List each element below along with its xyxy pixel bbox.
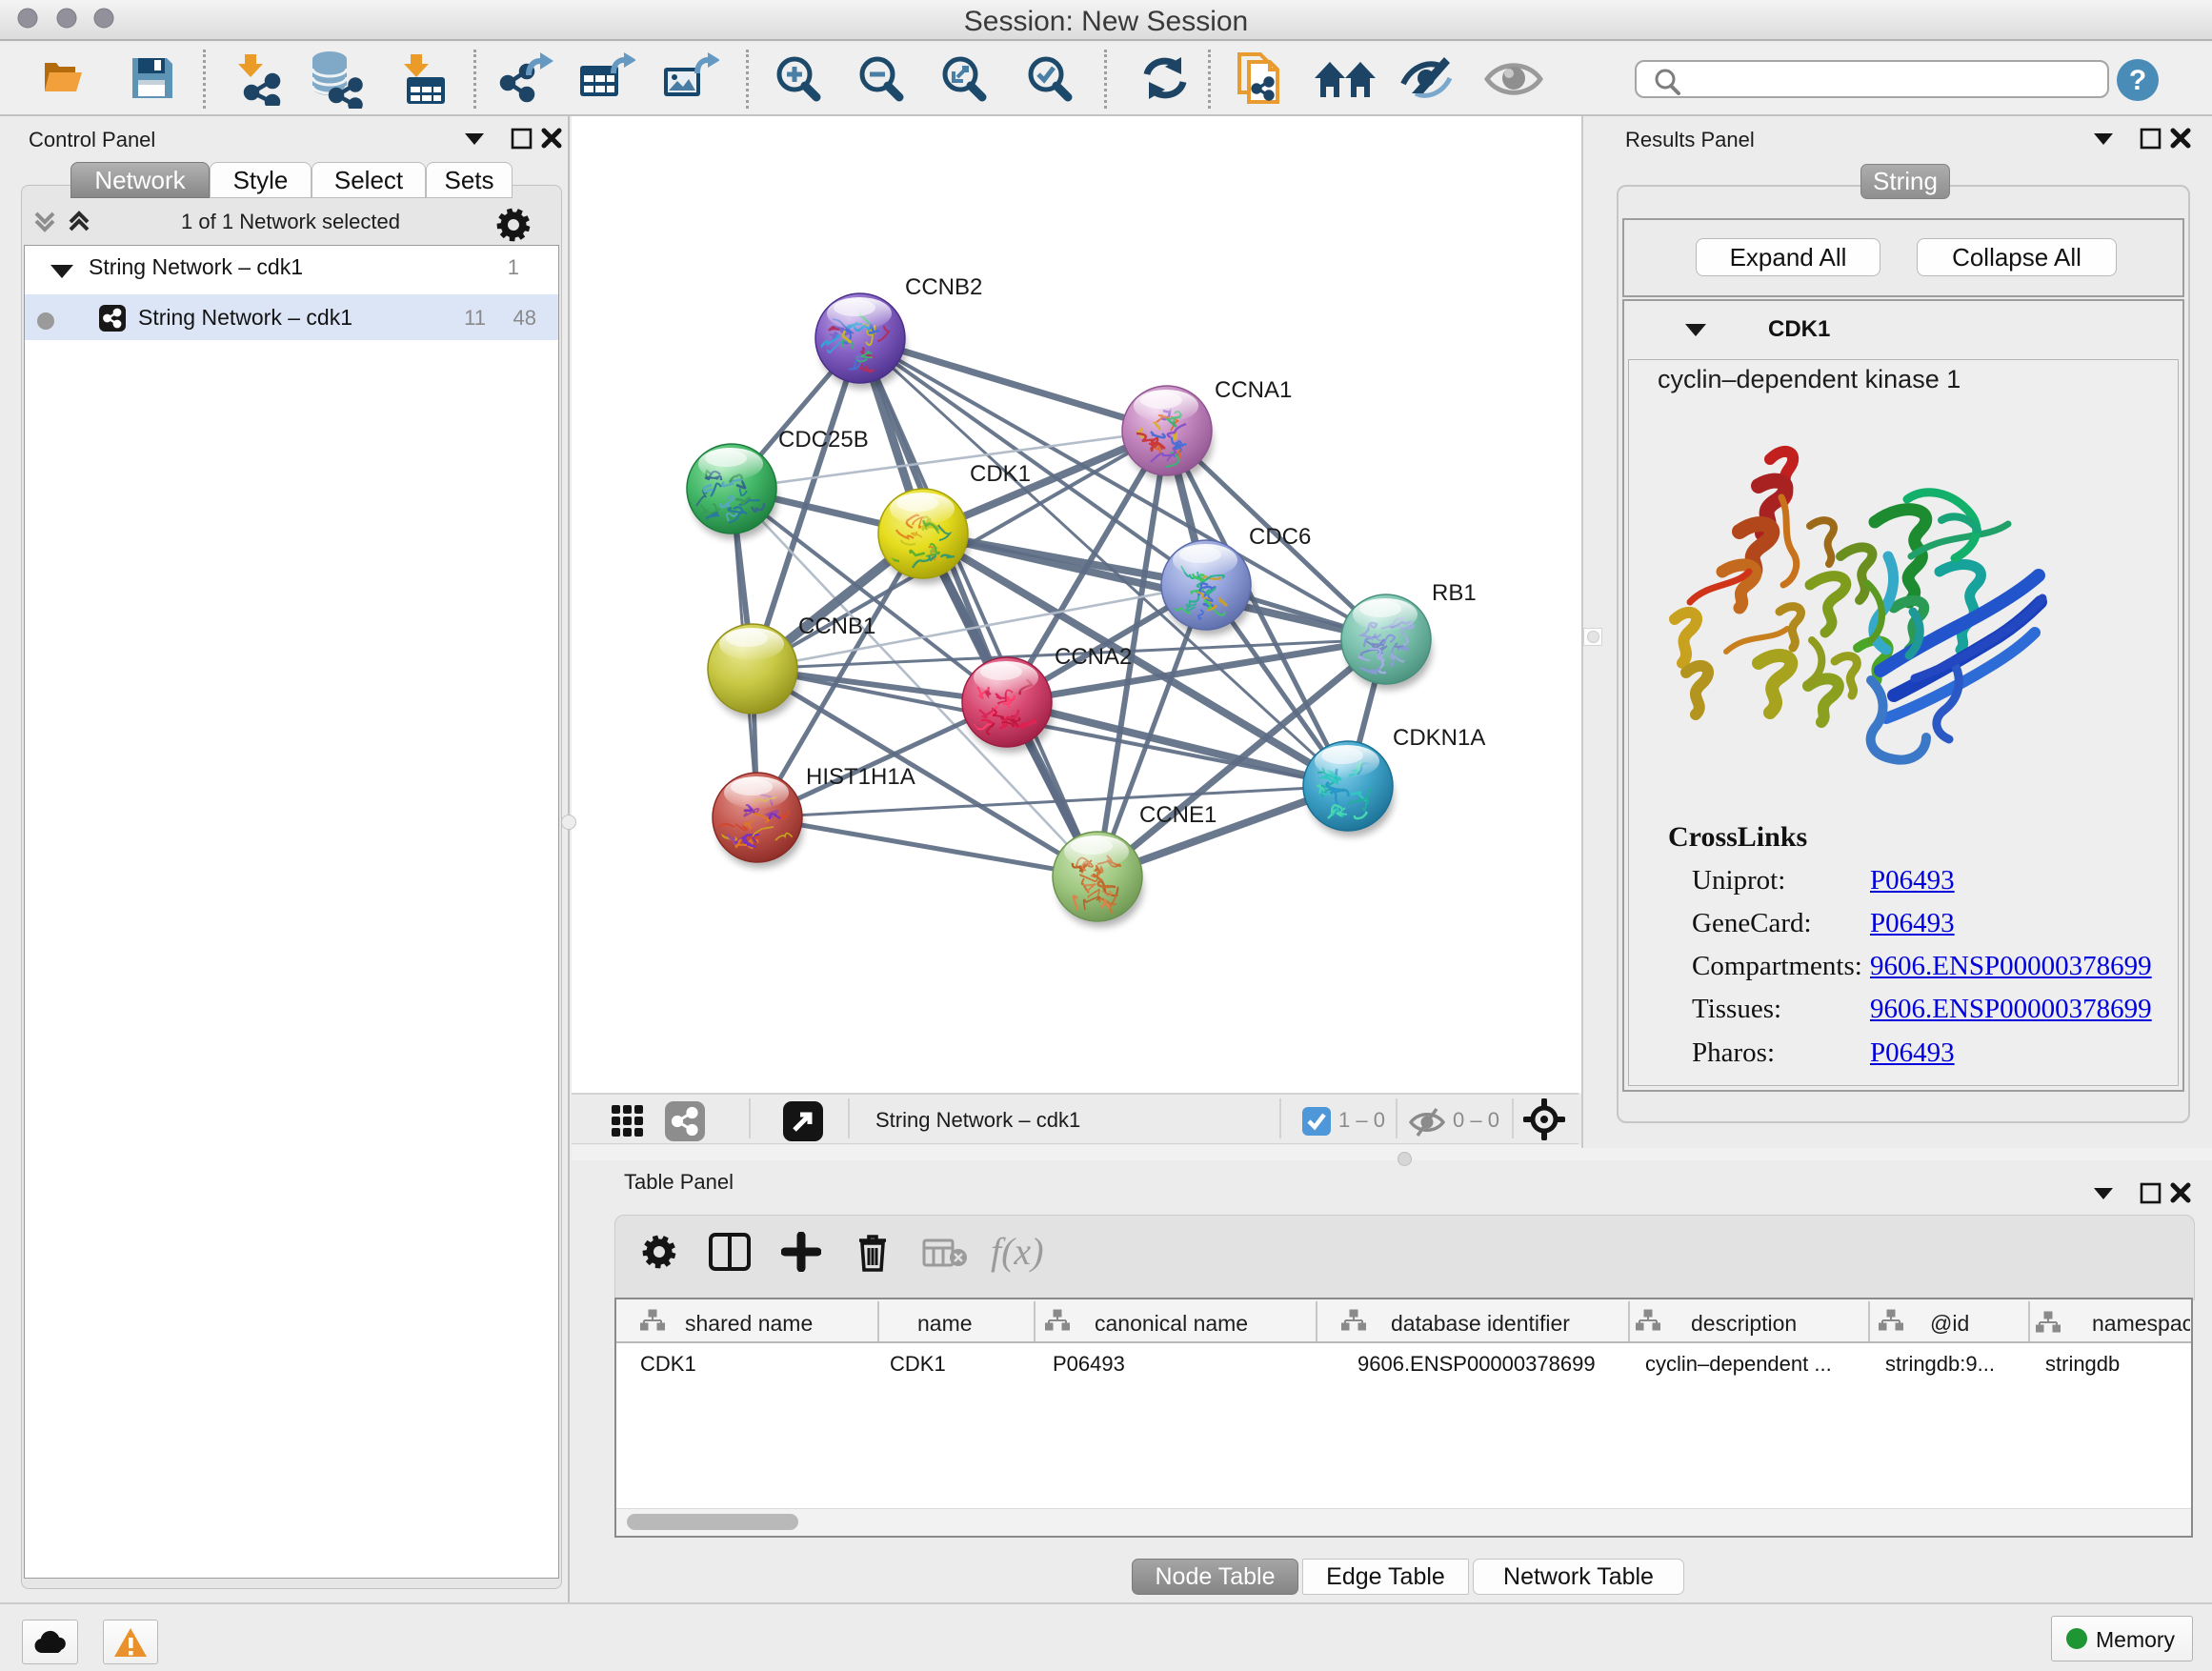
svg-text:CCNB1: CCNB1 <box>798 614 875 639</box>
svg-text:CCNE1: CCNE1 <box>1139 802 1217 828</box>
svg-text:CCNB2: CCNB2 <box>905 274 982 300</box>
svg-text:CCNA1: CCNA1 <box>1215 377 1292 403</box>
svg-text:CDK1: CDK1 <box>970 461 1031 487</box>
svg-text:?: ? <box>2129 65 2146 96</box>
svg-text:CCNA2: CCNA2 <box>1055 644 1132 670</box>
svg-text:HIST1H1A: HIST1H1A <box>806 764 915 790</box>
svg-text:CDC25B: CDC25B <box>778 427 869 453</box>
svg-text:RB1: RB1 <box>1432 580 1477 606</box>
svg-text:CDKN1A: CDKN1A <box>1393 725 1485 751</box>
svg-text:CDC6: CDC6 <box>1249 524 1311 550</box>
